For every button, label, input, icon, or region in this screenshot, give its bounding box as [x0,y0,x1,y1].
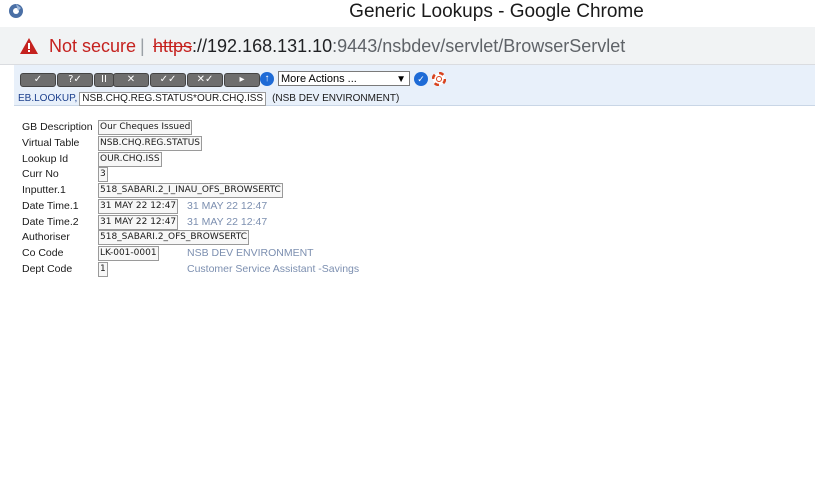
field-label: Lookup Id [22,153,69,165]
field-enrichment: NSB DEV ENVIRONMENT [187,247,314,259]
url-scheme: https [153,36,193,56]
field-value: Our Cheques Issued [98,120,193,135]
field-label: Dept Code [22,263,73,275]
url-text[interactable]: https://192.168.131.10:9443/nsbdev/servl… [153,35,625,57]
reverse-button[interactable]: ✕✓ [187,73,223,87]
application-label: EB.LOOKUP, [18,93,78,104]
page-content: ✓ ?✓ II ✕ ✓✓ ✕✓ ▸ ↑ More Actions ... ▼ ✓… [14,65,815,502]
url-path: :9443/nsbdev/servlet/BrowserServlet [332,36,626,56]
field-value: 518_SABARI.2_OFS_BROWSERTC [98,230,250,245]
field-value: 31 MAY 22 12:47 [98,199,179,214]
field-value: 518_SABARI.2_I_INAU_OFS_BROWSERTC [98,183,283,198]
field-label: GB Description [22,121,93,133]
field-value: OUR.CHQ.ISS [98,152,162,167]
address-separator: | [140,36,145,56]
info-icon[interactable]: ↑ [260,72,274,86]
authorise-button[interactable]: ✓✓ [150,73,186,87]
environment-label: (NSB DEV ENVIRONMENT) [272,93,400,104]
delete-button[interactable]: ✕ [113,73,149,87]
field-label: Virtual Table [22,137,80,149]
record-toolbar: ✓ ?✓ II ✕ ✓✓ ✕✓ ▸ ↑ More Actions ... ▼ ✓… [14,65,815,106]
application-header: EB.LOOKUP, NSB.CHQ.REG.STATUS*OUR.CHQ.ISS… [18,92,399,106]
field-value: 31 MAY 22 12:47 [98,215,179,230]
field-enrichment: Customer Service Assistant -Savings [187,263,360,275]
field-label: Inputter.1 [22,184,66,196]
field-enrichment: 31 MAY 22 12:47 [187,216,268,228]
window-titlebar: Generic Lookups - Google Chrome [0,0,815,27]
field-label: Authoriser [22,231,70,243]
address-bar[interactable]: Not secure | https://192.168.131.10:9443… [0,27,815,65]
field-label: Date Time.2 [22,216,79,228]
field-value: NSB.CHQ.REG.STATUS [98,136,203,151]
record-id: NSB.CHQ.REG.STATUS*OUR.CHQ.ISS [79,92,267,106]
window-title: Generic Lookups - Google Chrome [349,1,644,22]
not-secure-label[interactable]: Not secure [49,35,136,57]
more-actions-value: More Actions ... [281,73,357,85]
warning-icon[interactable] [20,38,38,54]
field-value: 3 [98,167,108,182]
commit-button[interactable]: ✓ [20,73,56,87]
chevron-down-icon: ▼ [396,74,406,85]
field-enrichment: 31 MAY 22 12:47 [187,200,268,212]
field-label: Date Time.1 [22,200,79,212]
next-button[interactable]: ▸ [224,73,260,87]
url-host: ://192.168.131.10 [192,36,333,56]
field-value: 1 [98,262,108,277]
hold-button[interactable]: II [94,73,114,87]
go-icon[interactable]: ✓ [414,72,428,86]
field-label: Co Code [22,247,64,259]
more-actions-select[interactable]: More Actions ... ▼ [278,71,410,86]
field-label: Curr No [22,168,59,180]
help-icon[interactable] [432,72,446,86]
validate-button[interactable]: ?✓ [57,73,93,87]
field-value: LK-001-0001 [98,246,159,261]
